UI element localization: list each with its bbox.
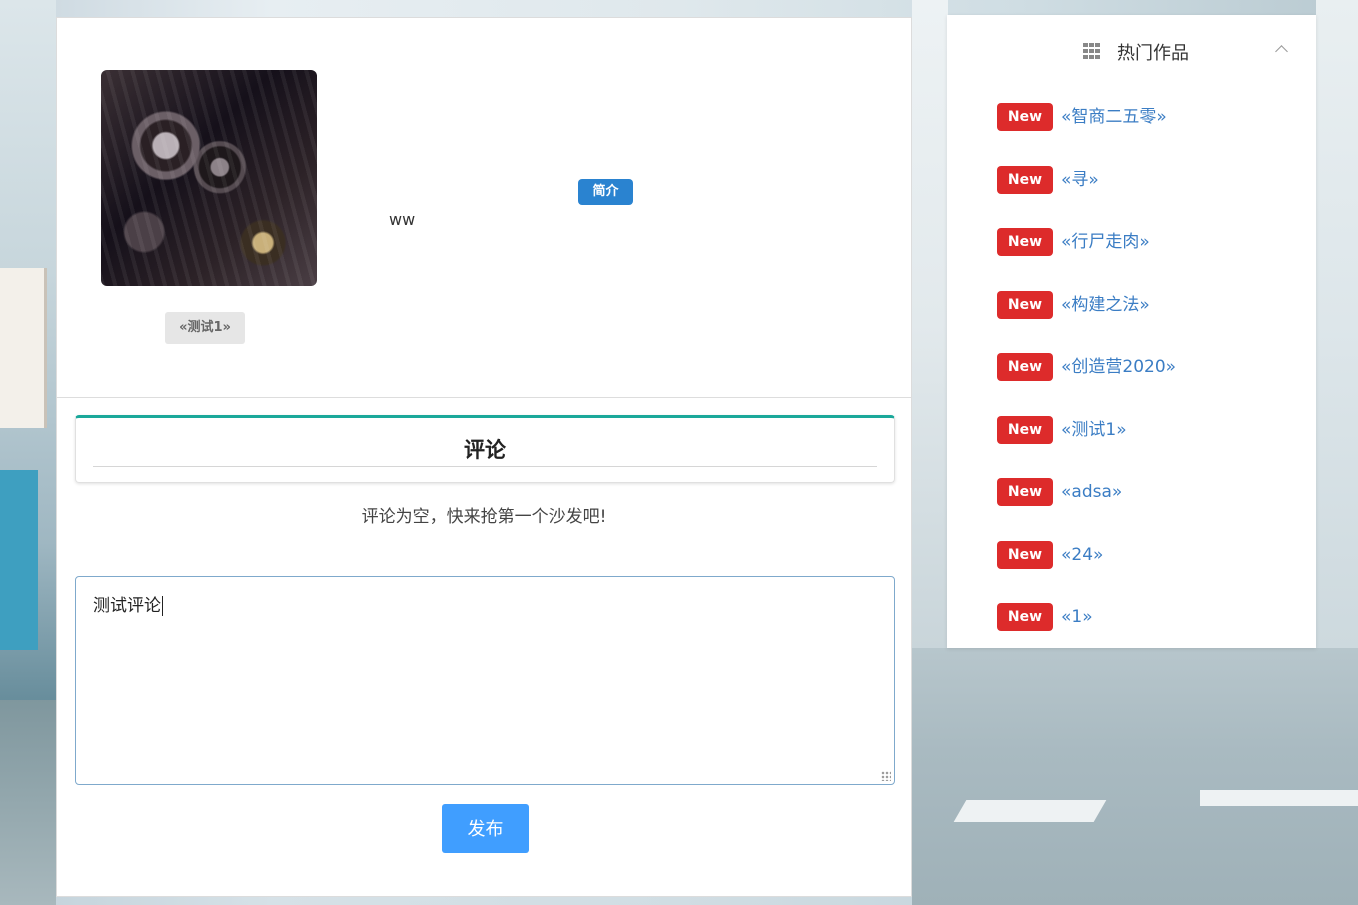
list-item[interactable]: New «行尸走肉» (997, 228, 1176, 291)
hot-work-link[interactable]: «测试1» (1061, 416, 1127, 444)
hot-work-link[interactable]: «智商二五零» (1061, 103, 1167, 131)
comment-title-underline (93, 466, 877, 467)
new-badge: New (997, 603, 1053, 631)
list-item[interactable]: New «寻» (997, 165, 1176, 229)
hot-works-title: 热门作品 (1117, 43, 1189, 64)
new-badge: New (997, 540, 1053, 569)
hot-works-list: New «智商二五零» New «寻» New «行尸走肉» New «构建之法» Ne… (997, 103, 1176, 666)
list-item[interactable]: New «adsa» (997, 478, 1176, 541)
hot-work-link[interactable]: «adsa» (1061, 478, 1122, 506)
background-road (912, 648, 1358, 905)
new-badge: New (997, 290, 1053, 319)
list-item[interactable]: New «测试1» (997, 415, 1176, 479)
new-badge: New (997, 415, 1053, 444)
hot-work-link[interactable]: «寻» (1061, 166, 1099, 194)
work-cover-image[interactable] (101, 70, 317, 286)
work-title-tag: «测试1» (165, 312, 245, 344)
background-building-mid (912, 0, 948, 648)
publish-button[interactable]: 发布 (442, 804, 529, 853)
comment-section-title: 评论 (464, 438, 506, 462)
background-banner (0, 470, 38, 650)
list-item[interactable]: New «1» (997, 603, 1176, 666)
hot-work-link[interactable]: «创造营2020» (1061, 353, 1176, 381)
new-badge: New (997, 165, 1053, 194)
hot-works-panel: 热门作品 New «智商二五零» New «寻» New «行尸走肉» New «构建之… (947, 15, 1316, 648)
new-badge: New (997, 353, 1053, 381)
background-plants (0, 700, 56, 905)
list-item[interactable]: New «构建之法» (997, 290, 1176, 354)
new-badge: New (997, 228, 1053, 256)
list-item[interactable]: New «创造营2020» (997, 353, 1176, 416)
comment-header-box: 评论 (75, 415, 895, 483)
work-detail-card: «测试1» 简介 ww 评论 评论为空，快来抢第一个沙发吧! 测试评论 发布 (56, 17, 912, 897)
background-road-marking (1200, 790, 1358, 806)
new-badge: New (997, 478, 1053, 506)
chevron-up-icon[interactable] (1275, 45, 1288, 58)
list-item[interactable]: New «24» (997, 540, 1176, 604)
hot-work-link[interactable]: «24» (1061, 541, 1103, 569)
hot-work-link[interactable]: «行尸走肉» (1061, 228, 1150, 256)
resize-grip-icon[interactable] (881, 771, 891, 781)
background-building-right (1316, 0, 1358, 648)
comment-empty-message: 评论为空，快来抢第一个沙发吧! (361, 507, 607, 527)
hot-work-link[interactable]: «1» (1061, 603, 1093, 631)
list-item[interactable]: New «智商二五零» (997, 103, 1176, 166)
hot-work-link[interactable]: «构建之法» (1061, 291, 1150, 319)
text-caret (162, 596, 163, 616)
comment-input-value: 测试评论 (93, 596, 161, 616)
intro-badge: 简介 (578, 179, 633, 205)
background-road-marking (953, 800, 1107, 822)
grid-icon (1083, 43, 1100, 59)
intro-text: ww (389, 210, 416, 229)
section-divider (57, 397, 911, 398)
new-badge: New (997, 103, 1053, 131)
background-sign (0, 268, 47, 428)
cover-texture (101, 70, 317, 286)
comment-input[interactable]: 测试评论 (75, 576, 895, 785)
